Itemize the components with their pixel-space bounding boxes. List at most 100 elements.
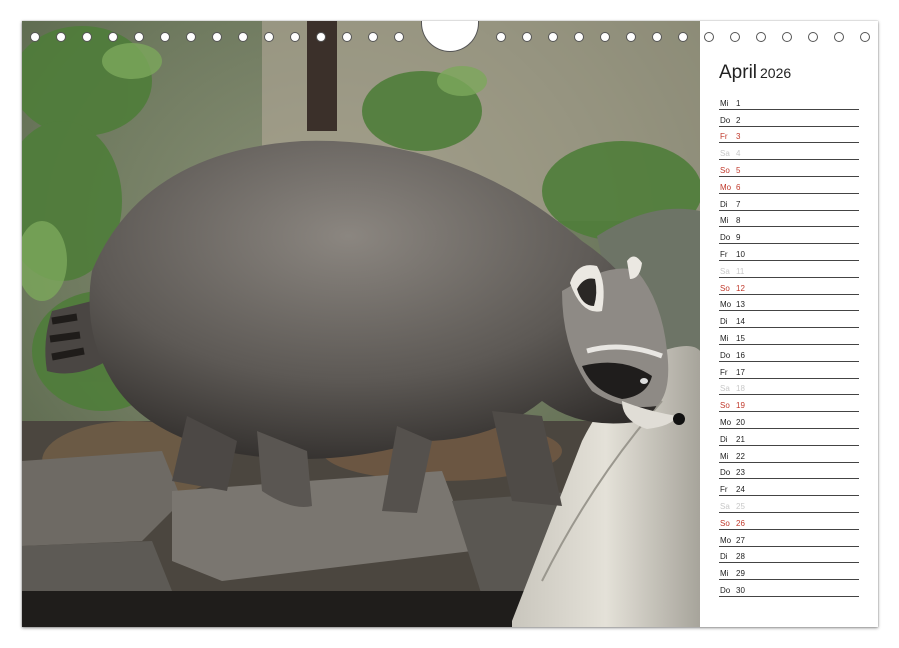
weekday-label: Fr (720, 485, 728, 495)
weekday-label: Di (720, 552, 728, 562)
day-number: 20 (736, 417, 745, 427)
weekday-label: So (720, 401, 730, 411)
day-row: Mi 15 (719, 328, 859, 345)
day-row: Di 21 (719, 429, 859, 446)
weekday-label: Di (720, 434, 728, 444)
day-number: 23 (736, 468, 745, 478)
day-row: So 12 (719, 278, 859, 295)
day-row: Sa 11 (719, 261, 859, 278)
binding-hole (834, 32, 844, 42)
day-row: Fr 3 (719, 127, 859, 144)
weekday-label: Di (720, 317, 728, 327)
weekday-label: Do (720, 233, 731, 243)
day-number: 12 (736, 283, 745, 293)
month-name: April (719, 62, 758, 83)
weekday-label: Do (720, 468, 731, 478)
day-row: Di 28 (719, 547, 859, 564)
day-number: 8 (736, 216, 741, 226)
weekday-label: Mi (720, 333, 729, 343)
day-row: Mi 1 (719, 93, 859, 110)
year-label: 2026 (760, 65, 792, 81)
day-row: Mo 6 (719, 177, 859, 194)
day-number: 24 (736, 485, 745, 495)
weekday-label: Sa (720, 266, 730, 276)
weekday-label: Do (720, 115, 731, 125)
weekday-label: Sa (720, 501, 730, 511)
binding-hole (860, 32, 870, 42)
day-row: Do 9 (719, 227, 859, 245)
weekday-label: Do (720, 585, 731, 595)
weekday-label: Fr (720, 132, 728, 142)
day-row: Do 16 (719, 345, 859, 362)
binding-hole (782, 32, 792, 42)
weekday-label: Di (720, 199, 728, 209)
day-row: Sa 18 (719, 379, 859, 396)
day-row: Di 7 (719, 194, 859, 211)
weekday-label: Sa (720, 149, 730, 159)
day-number: 18 (736, 384, 745, 394)
day-number: 5 (736, 165, 741, 175)
weekday-label: Mo (720, 182, 732, 192)
weekday-label: Mo (720, 300, 732, 310)
day-row: Mi 22 (719, 446, 859, 463)
day-number: 11 (736, 266, 745, 276)
day-row: Mo 20 (719, 412, 859, 429)
binding-hole (730, 32, 740, 42)
day-row: Mi 29 (719, 563, 859, 581)
day-number: 1 (736, 98, 741, 108)
day-row: Fr 17 (719, 362, 859, 379)
day-number: 19 (736, 401, 745, 411)
day-number: 10 (736, 249, 745, 259)
day-row: So 19 (719, 395, 859, 413)
day-number: 2 (736, 115, 741, 125)
weekday-label: Mo (720, 417, 732, 427)
day-number: 7 (736, 199, 741, 209)
day-row: Di 14 (719, 311, 859, 329)
day-number: 25 (736, 501, 745, 511)
calendar-page: April 2026 Mi 1 Do 2 Fr 3 Sa 4 So 5 Mo 6 Di 7 Mi 8 Do 9 Fr 1… (22, 21, 878, 627)
binding-hole (808, 32, 818, 42)
weekday-label: Do (720, 350, 731, 360)
weekday-label: Fr (720, 249, 728, 259)
calendar-column: April 2026 Mi 1 Do 2 Fr 3 Sa 4 So 5 Mo 6 Di 7 Mi 8 Do 9 Fr 1… (719, 63, 859, 597)
day-row: Sa 25 (719, 496, 859, 513)
day-number: 30 (736, 585, 745, 595)
weekday-label: Sa (720, 384, 730, 394)
weekday-label: Mi (720, 451, 729, 461)
binding-hole (756, 32, 766, 42)
weekday-label: Mi (720, 569, 729, 579)
day-row: Sa 4 (719, 143, 859, 161)
day-number: 27 (736, 535, 745, 545)
day-number: 28 (736, 552, 745, 562)
day-row: Fr 24 (719, 479, 859, 497)
weekday-label: So (720, 165, 730, 175)
day-list: Mi 1 Do 2 Fr 3 Sa 4 So 5 Mo 6 Di 7 Mi 8 Do 9 Fr 10 Sa 11 So 12 M… (719, 93, 859, 597)
day-row: So 26 (719, 513, 859, 530)
day-row: Mo 27 (719, 530, 859, 547)
weekday-label: Mi (720, 216, 729, 226)
day-row: Do 23 (719, 463, 859, 480)
day-row: Do 2 (719, 110, 859, 127)
day-number: 6 (736, 182, 741, 192)
month-title: April 2026 (719, 63, 859, 93)
day-number: 26 (736, 518, 745, 528)
day-number: 14 (736, 317, 745, 327)
day-number: 16 (736, 350, 745, 360)
weekday-label: Mi (720, 98, 729, 108)
day-row: Mi 8 (719, 211, 859, 228)
day-number: 29 (736, 569, 745, 579)
weekday-label: Mo (720, 535, 732, 545)
day-row: Fr 10 (719, 244, 859, 261)
weekday-label: So (720, 283, 730, 293)
day-number: 3 (736, 132, 741, 142)
day-row: Mo 13 (719, 295, 859, 312)
day-number: 22 (736, 451, 745, 461)
day-row: Do 30 (719, 580, 859, 597)
raccoon-photo (22, 21, 700, 627)
weekday-label: So (720, 518, 730, 528)
day-number: 9 (736, 233, 741, 243)
binding-hole (704, 32, 714, 42)
day-row: So 5 (719, 160, 859, 177)
weekday-label: Fr (720, 367, 728, 377)
day-number: 21 (736, 434, 745, 444)
